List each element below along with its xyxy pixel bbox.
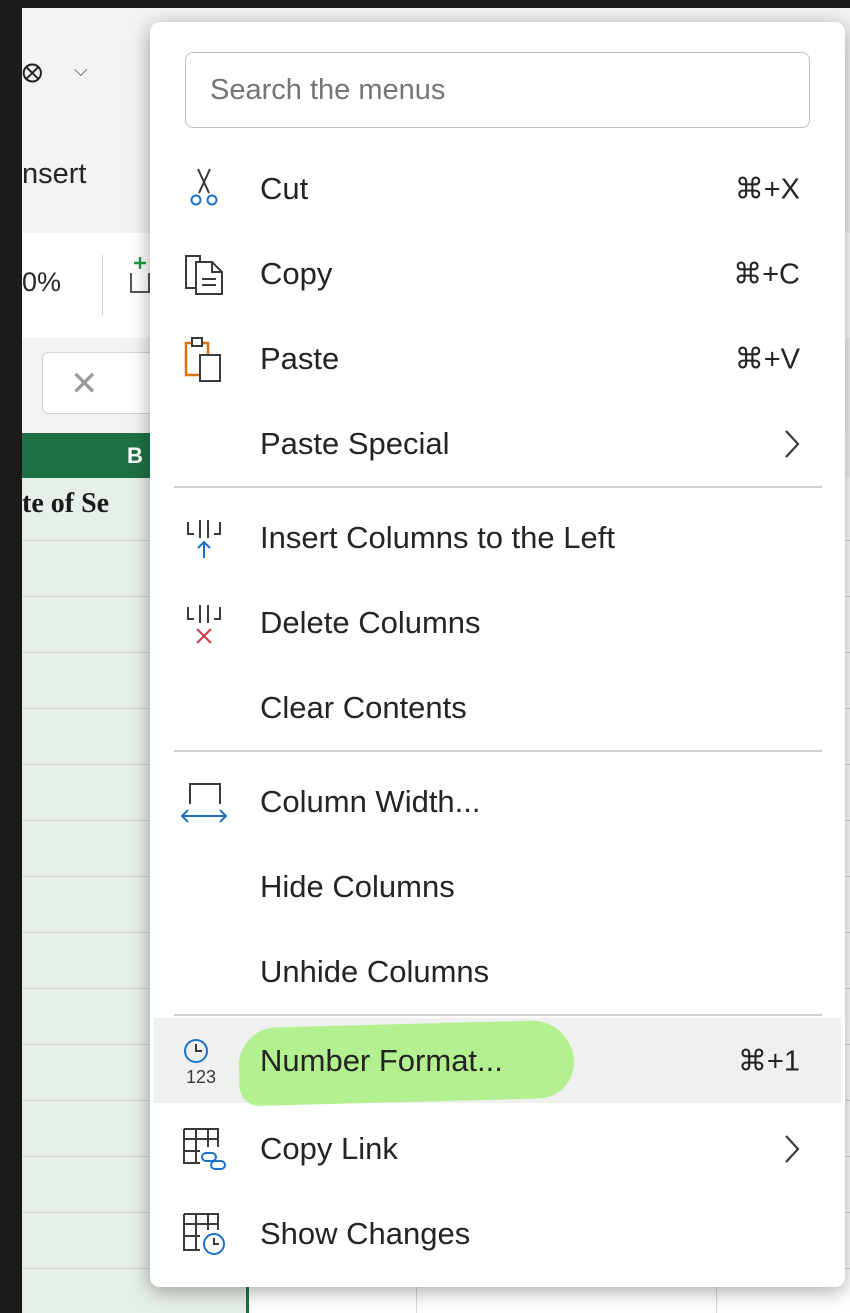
menu-item-label: Column Width...: [260, 783, 481, 819]
menu-item-label: Delete Columns: [260, 604, 481, 640]
menu-item-copy[interactable]: Copy ⌘+C: [150, 231, 845, 316]
copy-icon: [185, 254, 223, 295]
paste-icon: [184, 336, 221, 382]
insert-columns-icon: [187, 519, 221, 558]
menu-item-label: Insert Columns to the Left: [260, 519, 615, 555]
svg-text:123: 123: [186, 1067, 216, 1087]
menu-item-insert-columns-left[interactable]: Insert Columns to the Left: [150, 495, 845, 580]
cancel-icon[interactable]: ✕: [70, 364, 99, 404]
chevron-down-icon[interactable]: ⌵: [74, 60, 88, 81]
menu-item-hide-columns[interactable]: Hide Columns: [150, 844, 845, 929]
menu-item-paste[interactable]: Paste ⌘+V: [150, 316, 845, 401]
number-format-icon: 123: [184, 1038, 216, 1087]
menu-separator: [174, 750, 822, 752]
menu-item-delete-columns[interactable]: Delete Columns: [150, 580, 845, 665]
menu-item-label: Number Format...: [260, 1042, 503, 1078]
chevron-right-icon: [785, 1134, 800, 1163]
delete-columns-icon: [187, 604, 221, 644]
menu-item-label: Copy Link: [260, 1130, 398, 1166]
shortcut-label: ⌘+V: [734, 343, 800, 375]
name-box[interactable]: [42, 352, 164, 414]
menu-item-label: Clear Contents: [260, 689, 467, 725]
tab-insert[interactable]: nsert: [22, 158, 86, 191]
zoom-level[interactable]: 0%: [22, 267, 61, 298]
menu-item-label: Cut: [260, 170, 309, 206]
shortcut-label: ⌘+X: [734, 173, 800, 205]
menu-item-column-width[interactable]: Column Width...: [150, 759, 845, 844]
shortcut-label: ⌘+C: [733, 258, 800, 290]
menu-item-label: Hide Columns: [260, 868, 455, 904]
ribbon-divider: [102, 255, 103, 315]
menu-item-paste-special[interactable]: Paste Special: [150, 401, 845, 486]
menu-search-box[interactable]: [185, 52, 810, 128]
cell-b1-text: te of Se: [22, 488, 110, 519]
menu-item-copy-link[interactable]: Copy Link: [150, 1106, 845, 1191]
column-width-icon: [180, 782, 228, 823]
save-status-icon[interactable]: ⭙: [22, 58, 43, 90]
menu-item-label: Show Changes: [260, 1215, 471, 1251]
menu-item-label: Paste Special: [260, 425, 450, 461]
menu-item-show-changes[interactable]: Show Changes: [150, 1191, 845, 1276]
show-changes-icon: [183, 1212, 225, 1255]
shortcut-label: ⌘+1: [737, 1045, 800, 1077]
column-context-menu: Cut ⌘+X Copy ⌘+C Paste ⌘+V Paste Special: [150, 22, 845, 1287]
scissors-icon: [190, 168, 218, 205]
menu-item-cut[interactable]: Cut ⌘+X: [150, 146, 845, 231]
menu-item-label: Paste: [260, 340, 340, 376]
menu-item-clear-contents[interactable]: Clear Contents: [150, 665, 845, 750]
menu-item-number-format[interactable]: 123 Number Format... ⌘+1: [154, 1018, 841, 1107]
menu-item-label: Copy: [260, 255, 333, 291]
menu-separator: [174, 486, 822, 488]
copy-link-icon: [183, 1127, 226, 1170]
menu-item-label: Unhide Columns: [260, 953, 490, 989]
chevron-right-icon: [785, 429, 800, 458]
menu-item-unhide-columns[interactable]: Unhide Columns: [150, 929, 845, 1014]
search-input[interactable]: [186, 53, 809, 127]
menu-separator: [174, 1014, 822, 1016]
